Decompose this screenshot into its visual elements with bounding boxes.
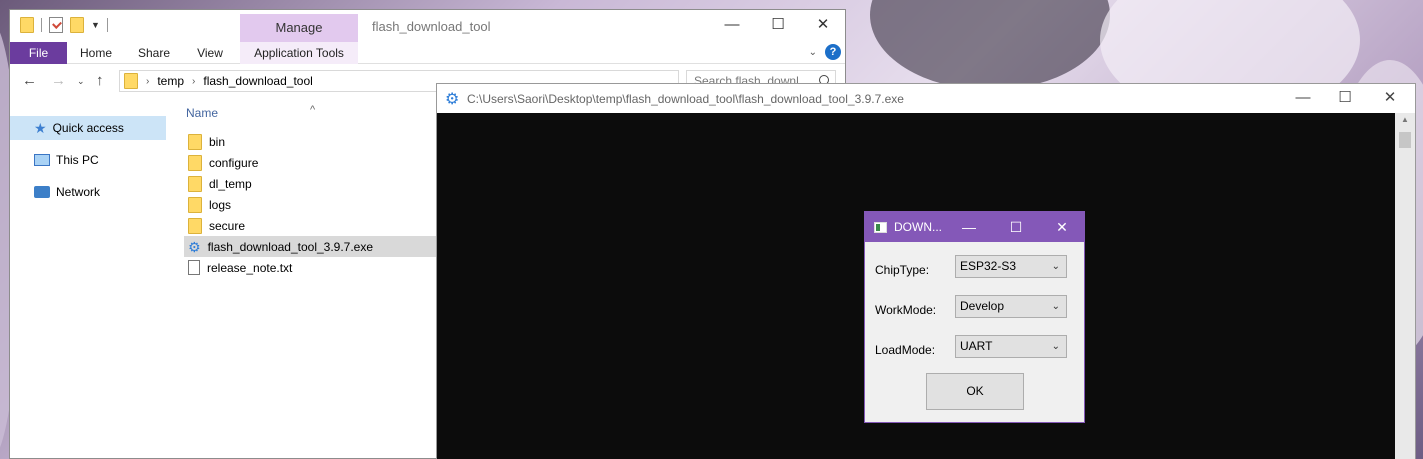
- nav-item-label: Network: [56, 185, 101, 199]
- minimize-button[interactable]: —: [1280, 84, 1326, 113]
- computer-icon: [34, 154, 50, 166]
- nav-item-this-pc[interactable]: This PC: [10, 148, 166, 172]
- ribbon-tabs: File Home Share View Application Tools ⌄…: [10, 42, 845, 64]
- list-item[interactable]: logs: [184, 194, 436, 215]
- star-icon: ★: [34, 119, 47, 136]
- chip-type-value: ESP32-S3: [960, 259, 1017, 273]
- list-item[interactable]: bin: [184, 131, 436, 152]
- folder-icon: [188, 133, 202, 150]
- folder-icon: [124, 73, 138, 89]
- navigation-pane: ★ Quick access This PC Network: [10, 98, 170, 458]
- ok-button[interactable]: OK: [926, 373, 1024, 410]
- app-icon: [874, 222, 887, 233]
- gear-icon: ⚙: [445, 91, 460, 108]
- tab-application-tools[interactable]: Application Tools: [240, 42, 358, 64]
- help-icon[interactable]: ?: [825, 44, 841, 60]
- work-mode-value: Develop: [960, 299, 1005, 313]
- up-arrow-icon[interactable]: ↑: [96, 72, 104, 89]
- minimize-button[interactable]: —: [709, 10, 755, 42]
- maximize-button[interactable]: ☐: [1322, 84, 1368, 113]
- expand-ribbon-icon[interactable]: ⌄: [809, 47, 817, 58]
- breadcrumb-flash-download-tool[interactable]: flash_download_tool: [203, 74, 312, 88]
- scrollbar[interactable]: ▲: [1395, 113, 1415, 459]
- explorer-titlebar: ▼ Manage flash_download_tool — ☐ ✕: [10, 10, 845, 42]
- toolbar-separator: [41, 18, 42, 32]
- close-button[interactable]: ✕: [800, 10, 845, 42]
- folder-icon: [188, 175, 202, 192]
- column-header-label: Name: [186, 106, 219, 120]
- console-title: C:\Users\Saori\Desktop\temp\flash_downlo…: [467, 92, 904, 106]
- list-item[interactable]: configure: [184, 152, 436, 173]
- nav-item-label: This PC: [56, 153, 99, 167]
- new-folder-icon[interactable]: [70, 17, 84, 33]
- dialog-titlebar: DOWN... — ☐ ✕: [865, 212, 1084, 242]
- nav-item-label: Quick access: [52, 121, 124, 135]
- wallpaper-shape: [870, 0, 1110, 90]
- ribbon-controls: ⌄ ?: [809, 44, 841, 60]
- file-name: secure: [209, 218, 246, 233]
- nav-item-quick-access[interactable]: ★ Quick access: [10, 116, 166, 140]
- tab-share[interactable]: Share: [134, 42, 174, 64]
- work-mode-label: WorkMode:: [875, 303, 937, 317]
- folder-icon: [188, 217, 202, 234]
- breadcrumb-separator-icon[interactable]: ›: [192, 76, 195, 87]
- file-name: bin: [209, 134, 226, 149]
- chevron-down-icon: ⌄: [1051, 341, 1060, 352]
- tab-view[interactable]: View: [190, 42, 230, 64]
- breadcrumb-temp[interactable]: temp: [157, 74, 184, 88]
- list-item[interactable]: release_note.txt: [184, 257, 436, 278]
- breadcrumb-separator-icon[interactable]: ›: [146, 76, 149, 87]
- forward-arrow-icon[interactable]: →: [51, 72, 66, 89]
- work-mode-select[interactable]: Develop ⌄: [955, 295, 1067, 318]
- list-item[interactable]: secure: [184, 215, 436, 236]
- sort-ascending-icon: ^: [310, 104, 316, 116]
- window-title: flash_download_tool: [372, 19, 491, 34]
- customize-toolbar-icon[interactable]: ▼: [91, 20, 100, 30]
- list-item[interactable]: dl_temp: [184, 173, 436, 194]
- recent-locations-icon[interactable]: ⌄: [77, 76, 85, 87]
- maximize-button[interactable]: ☐: [993, 212, 1039, 242]
- file-name: logs: [209, 197, 232, 212]
- dialog-title: DOWN...: [894, 220, 942, 234]
- chevron-down-icon: ⌄: [1051, 261, 1060, 272]
- close-button[interactable]: ✕: [1039, 212, 1085, 242]
- gear-icon: ⚙: [188, 238, 201, 255]
- quick-access-toolbar: ▼: [20, 17, 108, 33]
- tab-home[interactable]: Home: [76, 42, 116, 64]
- back-arrow-icon[interactable]: ←: [22, 72, 37, 89]
- file-name: dl_temp: [209, 176, 252, 191]
- folder-icon: [188, 154, 202, 171]
- chevron-down-icon: ⌄: [1051, 301, 1060, 312]
- load-mode-value: UART: [960, 339, 993, 353]
- folder-icon[interactable]: [20, 17, 34, 33]
- list-item[interactable]: ⚙ flash_download_tool_3.9.7.exe: [184, 236, 436, 257]
- column-header-name[interactable]: Name ^: [186, 104, 315, 120]
- file-name: release_note.txt: [207, 260, 293, 275]
- maximize-button[interactable]: ☐: [755, 10, 801, 42]
- chip-type-label: ChipType:: [875, 263, 930, 277]
- minimize-button[interactable]: —: [946, 212, 992, 242]
- console-titlebar: ⚙ C:\Users\Saori\Desktop\temp\flash_down…: [437, 84, 1415, 113]
- download-tool-dialog: DOWN... — ☐ ✕ ChipType: ESP32-S3 ⌄ WorkM…: [864, 211, 1085, 423]
- scroll-up-icon[interactable]: ▲: [1401, 115, 1409, 124]
- tab-manage[interactable]: Manage: [240, 14, 358, 42]
- chip-type-select[interactable]: ESP32-S3 ⌄: [955, 255, 1067, 278]
- scrollbar-thumb[interactable]: [1399, 132, 1411, 148]
- close-button[interactable]: ✕: [1367, 84, 1413, 113]
- load-mode-select[interactable]: UART ⌄: [955, 335, 1067, 358]
- tab-file[interactable]: File: [10, 42, 67, 64]
- file-name: flash_download_tool_3.9.7.exe: [207, 239, 374, 254]
- file-name: configure: [209, 155, 259, 170]
- text-file-icon: [188, 260, 200, 275]
- network-icon: [34, 186, 50, 198]
- properties-icon[interactable]: [49, 17, 63, 33]
- nav-item-network[interactable]: Network: [10, 180, 166, 204]
- toolbar-separator: [106, 18, 108, 32]
- load-mode-label: LoadMode:: [875, 343, 936, 357]
- folder-icon: [188, 196, 202, 213]
